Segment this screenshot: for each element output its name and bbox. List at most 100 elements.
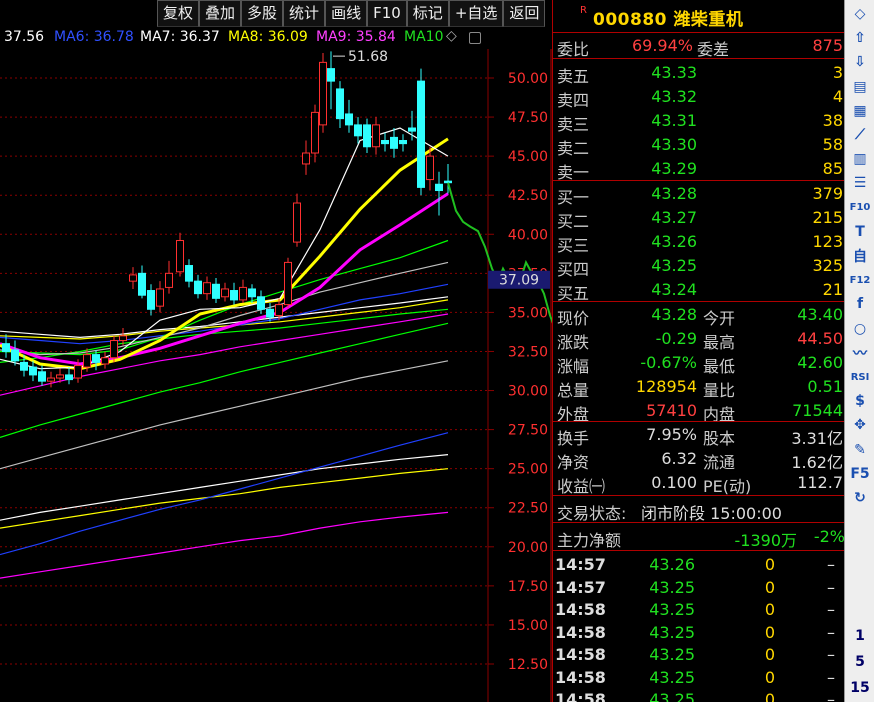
quote-value: 57410 xyxy=(646,401,697,420)
bid-row[interactable]: 买五 43.24 21 xyxy=(553,278,845,303)
tick-row[interactable]: 14:58 43.25 0 – xyxy=(553,643,845,666)
multi-stock-button[interactable]: 多股 xyxy=(241,0,284,27)
add-watchlist-button[interactable]: +自选 xyxy=(448,0,504,27)
tick-row[interactable]: 14:58 43.25 0 – xyxy=(553,621,845,644)
tick-flag: – xyxy=(827,577,835,597)
candle-body xyxy=(185,265,193,282)
tick-row[interactable]: 14:57 43.25 0 – xyxy=(553,576,845,599)
settings-square-icon[interactable] xyxy=(469,32,481,44)
bid-level-label: 买四 xyxy=(557,260,590,279)
ask-volume: 58 xyxy=(822,135,843,154)
candle-body xyxy=(426,155,434,181)
tick-row[interactable]: 14:58 43.25 0 – xyxy=(553,666,845,689)
ask-row[interactable]: 卖一 43.29 85 xyxy=(553,157,845,182)
tick-row[interactable]: 14:57 43.26 0 – xyxy=(553,553,845,576)
bid-volume: 21 xyxy=(822,280,843,299)
diamond-icon[interactable]: ◇ xyxy=(446,28,457,44)
quote-label: 今开 xyxy=(703,309,736,328)
tick-time: 14:58 xyxy=(555,622,606,642)
dollar-icon[interactable]: $ xyxy=(849,390,871,412)
formula-icon[interactable]: f xyxy=(849,293,871,315)
tick-volume: 0 xyxy=(764,667,775,687)
tick-row[interactable]: 14:58 43.25 0 – xyxy=(553,688,845,702)
ask-row[interactable]: 卖五 43.33 3 xyxy=(553,61,845,86)
rsi-icon[interactable]: RSI xyxy=(849,366,871,388)
y-tick-label: 30.00 xyxy=(508,384,548,400)
quote-value: 0.51 xyxy=(807,377,843,396)
quote-row: 涨跌 -0.29 最高 44.50 xyxy=(553,327,845,352)
line-chart-icon[interactable]: ⟋ xyxy=(849,124,871,146)
y-tick-label: 32.50 xyxy=(508,344,548,360)
statistics-button[interactable]: 统计 xyxy=(283,0,326,27)
grid-table-icon[interactable]: ▦ xyxy=(849,100,871,122)
self-select-icon[interactable]: 自 xyxy=(849,245,871,267)
y-tick-label: 40.00 xyxy=(508,227,548,243)
kline-icon[interactable]: ▥ xyxy=(849,148,871,170)
f10-icon[interactable]: F10 xyxy=(849,197,871,219)
candle-body xyxy=(65,374,73,381)
weicha-value: 875 xyxy=(812,36,843,55)
candle-body xyxy=(56,374,64,379)
y-tick-label: 22.50 xyxy=(508,501,548,517)
period-15-button[interactable]: 15 xyxy=(849,677,871,699)
diamond-arrow-left-icon[interactable]: ◇ xyxy=(849,3,871,25)
quote-label: 最低 xyxy=(703,357,736,376)
ask-volume: 4 xyxy=(832,87,843,106)
move-icon[interactable]: ✥ xyxy=(849,414,871,436)
ask-level-label: 卖三 xyxy=(557,115,590,134)
bid-row[interactable]: 买四 43.25 325 xyxy=(553,254,845,279)
tick-time: 14:57 xyxy=(555,555,606,574)
stock-code-name[interactable]: 000880 潍柴重机 xyxy=(593,5,743,30)
restore-rights-button[interactable]: 复权 xyxy=(157,0,200,27)
candle-body xyxy=(239,286,247,301)
ma-line-green-lower xyxy=(0,322,449,438)
ask-level-label: 卖五 xyxy=(557,67,590,86)
f5-icon[interactable]: F5 xyxy=(849,463,871,485)
list-icon[interactable]: ☰ xyxy=(849,172,871,194)
candle-body xyxy=(444,180,452,184)
tick-row[interactable]: 14:58 43.25 0 – xyxy=(553,598,845,621)
arrow-up-icon[interactable]: ⇧ xyxy=(849,27,871,49)
bid-price: 43.25 xyxy=(651,256,697,275)
ask-row[interactable]: 卖四 43.32 4 xyxy=(553,85,845,110)
candle-body xyxy=(266,308,274,318)
fund-label: 换手 xyxy=(557,429,590,448)
overlay-button[interactable]: 叠加 xyxy=(199,0,242,27)
text-icon[interactable]: T xyxy=(849,221,871,243)
candle-body xyxy=(293,202,301,243)
ask-row[interactable]: 卖三 43.31 38 xyxy=(553,109,845,134)
back-button[interactable]: 返回 xyxy=(503,0,546,27)
chart-doc-icon[interactable]: ▤ xyxy=(849,76,871,98)
y-tick-label: 25.00 xyxy=(508,462,548,478)
draw-line-button[interactable]: 画线 xyxy=(325,0,368,27)
ma10-legend: MA10 xyxy=(404,29,444,45)
ask-price: 43.33 xyxy=(651,63,697,82)
bid-row[interactable]: 买二 43.27 215 xyxy=(553,206,845,231)
bid-level-label: 买二 xyxy=(557,212,590,231)
bid-row[interactable]: 买一 43.28 379 xyxy=(553,182,845,207)
candle-body xyxy=(381,140,389,145)
circle-icon[interactable]: ○ xyxy=(849,318,871,340)
period-1-button[interactable]: 1 xyxy=(849,625,871,647)
fund-row: 收益㈠ 0.100 PE(动) 112.7 xyxy=(553,471,845,496)
weicha-label: 委差 xyxy=(697,40,730,59)
ask-row[interactable]: 卖二 43.30 58 xyxy=(553,133,845,158)
tick-flag: – xyxy=(827,690,835,702)
y-tick-label: 50.00 xyxy=(508,71,548,87)
quote-row: 涨幅 -0.67% 最低 42.60 xyxy=(553,351,845,376)
kline-chart[interactable]: 50.0047.5045.0042.5040.0037.5035.0032.50… xyxy=(0,49,552,702)
quote-value: -0.29 xyxy=(655,329,697,348)
refresh-icon[interactable]: ↻ xyxy=(849,487,871,509)
tick-price: 43.25 xyxy=(649,690,695,702)
arrow-down-icon[interactable]: ⇩ xyxy=(849,51,871,73)
tick-price: 43.25 xyxy=(649,645,695,664)
ask-price: 43.30 xyxy=(651,135,697,154)
period-5-button[interactable]: 5 xyxy=(849,651,871,673)
candle-body xyxy=(327,68,335,82)
mark-button[interactable]: 标记 xyxy=(406,0,449,27)
f10-button[interactable]: F10 xyxy=(367,0,407,27)
pencil-icon[interactable]: ✎ xyxy=(849,439,871,461)
bid-row[interactable]: 买三 43.26 123 xyxy=(553,230,845,255)
f12-icon[interactable]: F12 xyxy=(849,269,871,291)
wave-icon[interactable]: 〰 xyxy=(849,342,871,364)
